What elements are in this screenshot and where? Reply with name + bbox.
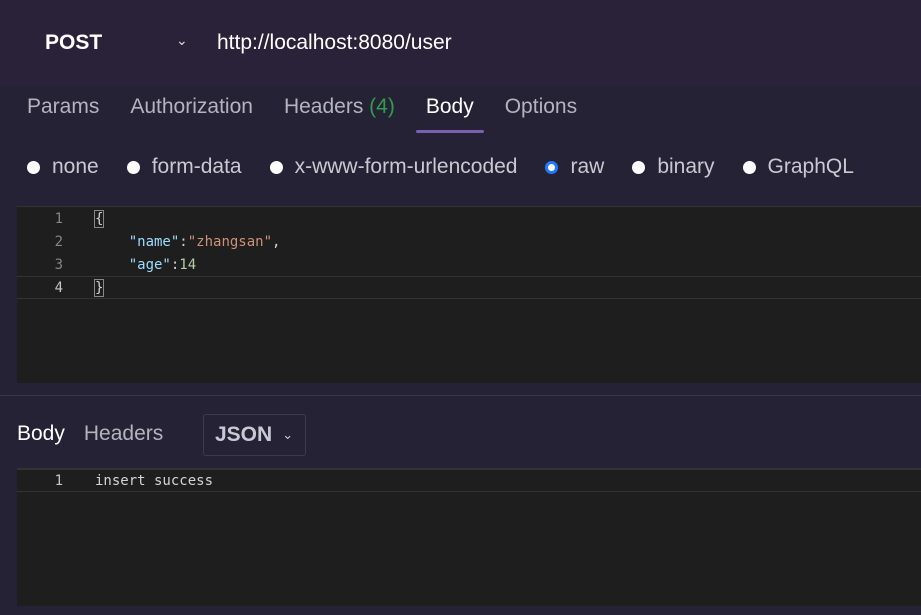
- code-line: 1{: [17, 207, 921, 230]
- radio-label: x-www-form-urlencoded: [294, 155, 518, 178]
- code-token: "name": [95, 233, 180, 250]
- tab-body[interactable]: Body: [415, 95, 484, 133]
- radio-label: binary: [657, 155, 715, 178]
- line-number: 1: [54, 210, 63, 227]
- request-tabs: Params Authorization Headers (4) Body Op…: [27, 95, 608, 133]
- tab-label: Body: [425, 95, 474, 118]
- format-label: JSON: [215, 423, 273, 446]
- radio-circle-icon[interactable]: [742, 160, 756, 174]
- response-format-select[interactable]: JSON ⌄: [203, 414, 306, 456]
- tab-label: Authorization: [130, 95, 253, 118]
- radio-label: form-data: [151, 155, 242, 178]
- radio-raw[interactable]: raw: [545, 155, 604, 179]
- headers-count-badge: (4): [369, 95, 395, 118]
- radio-none[interactable]: none: [27, 155, 99, 179]
- radio-x-www-form-urlencoded[interactable]: x-www-form-urlencoded: [269, 155, 518, 179]
- response-body-viewer[interactable]: 1 insert success: [17, 468, 921, 606]
- tab-authorization[interactable]: Authorization: [130, 95, 253, 133]
- request-body-editor[interactable]: 1{2 "name":"zhangsan", 3 "age":14 4}: [17, 206, 921, 383]
- chevron-down-icon[interactable]: ⌄: [176, 32, 188, 49]
- chevron-down-icon: ⌄: [282, 427, 294, 442]
- code-line: 4}: [17, 276, 921, 299]
- body-type-radios: none form-data x-www-form-urlencoded raw bin…: [27, 155, 882, 179]
- tab-label: Headers: [283, 95, 364, 118]
- code-line: 1 insert success: [17, 469, 921, 492]
- radio-circle-icon[interactable]: [269, 160, 283, 174]
- radio-circle-icon[interactable]: [27, 160, 40, 174]
- radio-label: none: [52, 155, 99, 178]
- tab-params[interactable]: Params: [27, 95, 99, 133]
- tab-headers[interactable]: Headers (4): [284, 95, 395, 133]
- divider: [0, 395, 921, 396]
- code-token: 14: [179, 256, 197, 273]
- radio-circle-icon[interactable]: [632, 160, 646, 174]
- radio-label: raw: [570, 155, 605, 178]
- code-token: {: [93, 209, 105, 228]
- code-token: ,: [272, 233, 281, 250]
- request-bar: POST ⌄ http://localhost:8080/user: [0, 0, 921, 86]
- code-text: "age":14: [95, 257, 196, 273]
- response-tab-body[interactable]: Body: [17, 422, 65, 446]
- tab-label: Params: [27, 95, 100, 118]
- line-number: 1: [54, 472, 63, 489]
- code-token: "age": [95, 256, 171, 273]
- url-input[interactable]: http://localhost:8080/user: [217, 31, 452, 55]
- tab-label: Options: [504, 95, 578, 118]
- line-number: 3: [54, 256, 63, 273]
- response-tab-headers[interactable]: Headers: [84, 422, 163, 446]
- code-token: }: [93, 278, 105, 297]
- response-tabs: Body Headers: [17, 422, 182, 446]
- line-number: 2: [54, 233, 63, 250]
- radio-label: GraphQL: [767, 155, 854, 178]
- line-number: 4: [54, 279, 63, 296]
- radio-graphql[interactable]: GraphQL: [742, 155, 854, 179]
- code-line: 2 "name":"zhangsan",: [17, 230, 921, 253]
- radio-form-data[interactable]: form-data: [126, 155, 242, 179]
- code-token: :: [179, 233, 188, 250]
- method-select[interactable]: POST: [45, 31, 102, 55]
- code-text: }: [93, 278, 105, 297]
- radio-circle-icon[interactable]: [126, 160, 140, 174]
- response-text: insert success: [95, 472, 214, 489]
- code-token: "zhangsan": [187, 233, 273, 250]
- radio-circle-icon[interactable]: [545, 160, 559, 174]
- radio-binary[interactable]: binary: [632, 155, 715, 179]
- code-line: 3 "age":14: [17, 253, 921, 276]
- code-text: {: [93, 209, 105, 228]
- code-text: "name":"zhangsan",: [95, 233, 281, 250]
- tab-options[interactable]: Options: [505, 95, 577, 133]
